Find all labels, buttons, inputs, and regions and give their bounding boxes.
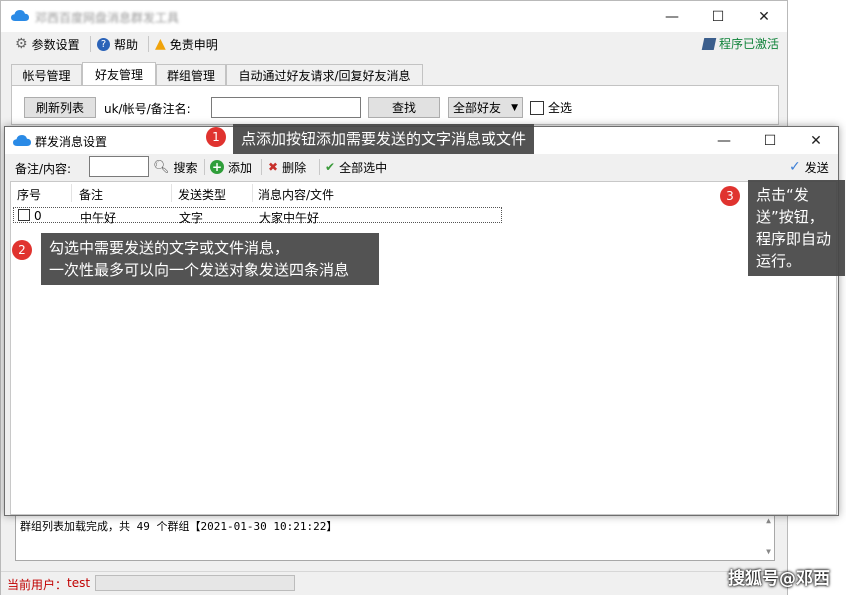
help-menu[interactable]: ? 帮助 <box>97 35 138 53</box>
status-bar: 当前用户： test <box>1 571 787 595</box>
help-icon: ? <box>97 37 110 51</box>
select-all-checkbox[interactable]: 全选 <box>530 99 572 116</box>
minimize-button[interactable]: — <box>649 1 695 32</box>
tab-groups[interactable]: 群组管理 <box>156 64 226 85</box>
watermark: 搜狐号@邓西 <box>728 569 830 589</box>
mass-message-dialog: 群发消息设置 — ☐ ✕ 备注/内容: 🔍︎ 搜索 + 添加 ✖ 删除 ✔ 全部… <box>4 126 839 516</box>
cloud-icon <box>11 9 29 25</box>
note-content-filter-input[interactable] <box>89 156 149 177</box>
dialog-minimize-button[interactable]: — <box>701 127 747 154</box>
callout-badge-3: 3 <box>720 186 740 206</box>
send-button[interactable]: ✓ 发送 <box>789 158 829 176</box>
friend-search-input[interactable] <box>211 97 361 118</box>
close-button[interactable]: ✕ <box>741 1 787 32</box>
current-user-value: test <box>67 576 91 590</box>
message-grid: 序号 备注 发送类型 消息内容/文件 0 中午好 文字 大家中午好 <box>10 181 837 515</box>
refresh-list-button[interactable]: 刷新列表 <box>24 97 96 118</box>
tab-friends[interactable]: 好友管理 <box>82 62 156 86</box>
column-header-note: 备注 <box>79 188 104 202</box>
column-header-type: 发送类型 <box>178 188 227 202</box>
row-note: 中午好 <box>80 211 117 225</box>
add-button[interactable]: + 添加 <box>210 158 252 176</box>
column-separator <box>171 184 172 202</box>
column-separator <box>71 184 72 202</box>
toolbar-separator <box>90 36 91 52</box>
search-icon: 🔍︎ <box>153 159 170 175</box>
tab-account[interactable]: 帐号管理 <box>11 64 82 85</box>
table-row[interactable]: 0 中午好 文字 大家中午好 <box>13 207 502 225</box>
row-checkbox[interactable] <box>18 209 30 221</box>
callout-badge-2: 2 <box>12 240 32 260</box>
current-user-label: 当前用户： <box>7 578 68 592</box>
progress-bar <box>95 575 295 591</box>
toolbar-separator <box>204 159 205 175</box>
row-index: 0 <box>34 209 42 223</box>
toolbar-separator <box>261 159 262 175</box>
row-type: 文字 <box>179 211 204 225</box>
window-title: 邓西百度网盘消息群发工具 <box>35 11 180 25</box>
callout-2: 勾选中需要发送的文字或文件消息， 一次性最多可以向一个发送对象发送四条消息 <box>41 233 379 285</box>
activation-status: 程序已激活 <box>701 35 779 52</box>
toolbar-separator <box>148 36 149 52</box>
column-separator <box>252 184 253 202</box>
log-output: 群组列表加载完成，共 49 个群组【2021-01-30 10:21:22】 ▲… <box>15 511 775 561</box>
callout-3: 点击“发送”按钮，程序即自动运行。 <box>748 180 845 276</box>
dialog-maximize-button[interactable]: ☐ <box>747 127 793 154</box>
find-button[interactable]: 查找 <box>368 97 440 118</box>
main-titlebar[interactable]: 邓西百度网盘消息群发工具 — ☐ ✕ <box>1 1 787 32</box>
dialog-title: 群发消息设置 <box>35 135 108 149</box>
select-all-button[interactable]: ✔ 全部选中 <box>325 158 387 176</box>
tab-auto-accept[interactable]: 自动通过好友请求/回复好友消息 <box>226 64 423 85</box>
column-header-index: 序号 <box>17 188 42 202</box>
warning-icon: ▲ <box>155 36 166 52</box>
friends-panel: 刷新列表 uk/帐号/备注名: 查找 全部好友 ▼ 全选 <box>11 85 779 125</box>
maximize-button[interactable]: ☐ <box>695 1 741 32</box>
dialog-toolbar: 备注/内容: 🔍︎ 搜索 + 添加 ✖ 删除 ✔ 全部选中 ✓ 发送 <box>5 154 838 180</box>
disclaimer-menu[interactable]: ▲ 免责申明 <box>155 35 218 53</box>
toolbar-separator <box>319 159 320 175</box>
main-toolbar: ⚙ 参数设置 ? 帮助 ▲ 免责申明 程序已激活 <box>1 32 787 56</box>
book-icon <box>701 37 717 50</box>
plus-circle-icon: + <box>210 160 224 174</box>
search-label: uk/帐号/备注名: <box>104 102 191 116</box>
check-icon: ✓ <box>789 159 801 175</box>
dialog-close-button[interactable]: ✕ <box>793 127 839 154</box>
delete-icon: ✖ <box>268 160 279 174</box>
search-button[interactable]: 🔍︎ 搜索 <box>153 158 198 176</box>
gear-icon: ⚙ <box>15 36 28 52</box>
callout-badge-1: 1 <box>206 127 226 147</box>
double-check-icon: ✔ <box>325 160 336 174</box>
filter-label: 备注/内容: <box>15 162 72 176</box>
row-content: 大家中午好 <box>259 211 320 225</box>
friend-filter-select[interactable]: 全部好友 ▼ <box>448 97 523 118</box>
callout-1: 点添加按钮添加需要发送的文字消息或文件 <box>233 124 535 154</box>
checkbox-box <box>530 100 544 115</box>
log-line: 群组列表加载完成，共 49 个群组【2021-01-30 10:21:22】 <box>20 520 338 533</box>
cloud-icon <box>13 134 31 150</box>
chevron-down-icon: ▼ <box>511 102 518 113</box>
column-header-content: 消息内容/文件 <box>258 188 335 202</box>
scroll-up-icon[interactable]: ▲ <box>766 516 771 525</box>
scroll-down-icon[interactable]: ▼ <box>766 547 771 556</box>
delete-button[interactable]: ✖ 删除 <box>268 158 306 176</box>
settings-menu[interactable]: ⚙ 参数设置 <box>15 35 80 53</box>
